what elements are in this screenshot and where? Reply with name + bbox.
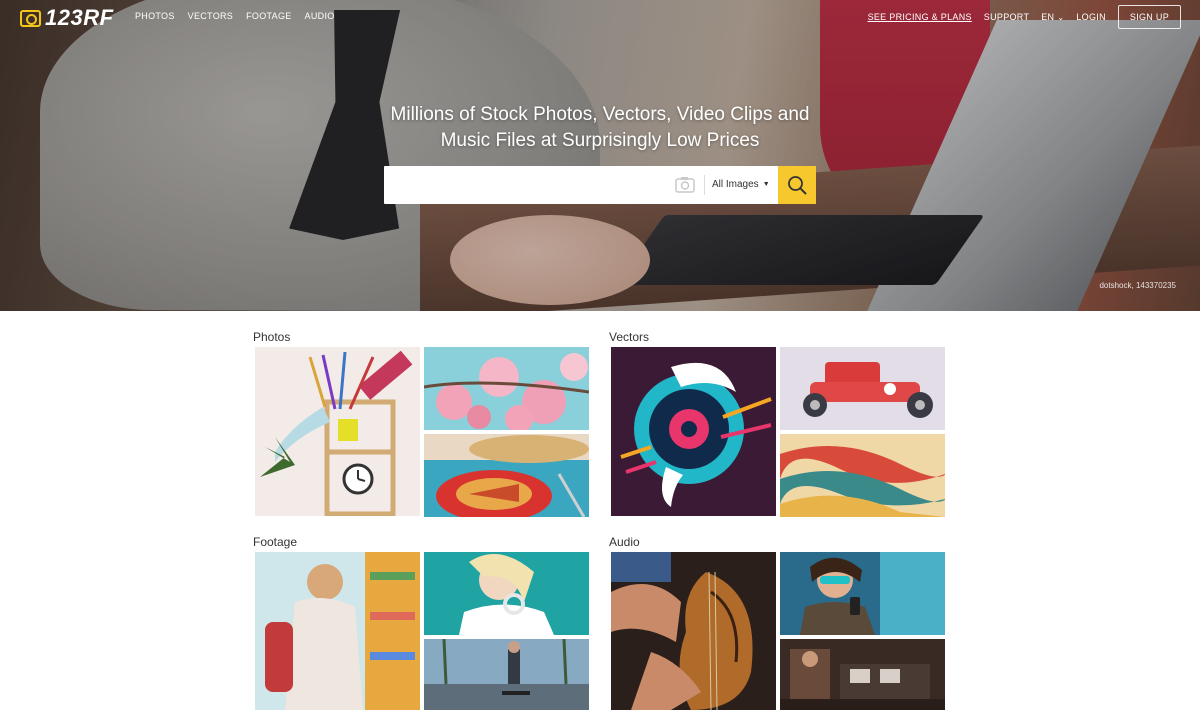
photos-tile-top-right[interactable] (424, 347, 589, 430)
category-title-vectors[interactable]: Vectors (609, 330, 649, 344)
nav-links: PHOTOS VECTORS FOOTAGE AUDIO (135, 11, 335, 21)
nav-link-photos[interactable]: PHOTOS (135, 11, 175, 21)
audio-tile-main[interactable] (611, 552, 776, 710)
search-input[interactable] (384, 166, 669, 204)
hero-headline-line-2: Music Files at Surprisingly Low Prices (440, 130, 760, 151)
top-nav: 123RF PHOTOS VECTORS FOOTAGE AUDIO SEE P… (0, 0, 1200, 34)
caret-down-icon: ▼ (762, 181, 770, 188)
category-title-footage[interactable]: Footage (253, 535, 297, 549)
login-link[interactable]: LOGIN (1076, 12, 1106, 22)
signup-button[interactable]: SIGN UP (1117, 5, 1181, 29)
photos-tile-bottom-right[interactable] (424, 434, 589, 517)
search-divider (704, 175, 705, 195)
camera-icon[interactable] (675, 176, 695, 193)
search-type-dropdown[interactable]: All Images ▼ (712, 179, 770, 190)
language-label: EN (1041, 12, 1055, 22)
search-button[interactable] (778, 166, 816, 204)
vectors-tile-main[interactable] (611, 347, 776, 516)
logo-camera-icon (20, 9, 41, 27)
category-title-audio[interactable]: Audio (609, 535, 640, 549)
search-icon (788, 176, 807, 195)
audio-tile-top-right[interactable] (780, 552, 945, 635)
hero-headline: Millions of Stock Photos, Vectors, Video… (300, 102, 900, 154)
language-selector[interactable]: EN ⌄ (1041, 12, 1064, 22)
audio-tile-bottom-right[interactable] (780, 639, 945, 710)
photos-tile-main[interactable] (255, 347, 420, 516)
search-bar: All Images ▼ (384, 166, 816, 204)
image-credit: dotshock, 143370235 (1099, 281, 1176, 290)
vectors-tile-top-right[interactable] (780, 347, 945, 430)
vectors-tile-bottom-right[interactable] (780, 434, 945, 517)
footage-tile-bottom-right[interactable] (424, 639, 589, 710)
pricing-link[interactable]: SEE PRICING & PLANS (868, 12, 972, 22)
nav-link-audio[interactable]: AUDIO (305, 11, 335, 21)
hero-banner: 123RF PHOTOS VECTORS FOOTAGE AUDIO SEE P… (0, 0, 1200, 311)
search-type-label: All Images (712, 179, 759, 190)
hero-headline-line-1: Millions of Stock Photos, Vectors, Video… (390, 104, 810, 125)
logo-wordmark: 123RF (45, 5, 114, 30)
footage-tile-top-right[interactable] (424, 552, 589, 635)
nav-link-vectors[interactable]: VECTORS (188, 11, 233, 21)
nav-right: SEE PRICING & PLANS SUPPORT EN ⌄ LOGIN S… (868, 5, 1181, 29)
footage-tile-main[interactable] (255, 552, 420, 710)
chevron-down-icon: ⌄ (1057, 12, 1065, 22)
nav-link-footage[interactable]: FOOTAGE (246, 11, 291, 21)
category-title-photos[interactable]: Photos (253, 330, 290, 344)
hero-overlay (0, 0, 1200, 311)
support-link[interactable]: SUPPORT (984, 12, 1029, 22)
logo[interactable]: 123RF (20, 5, 114, 31)
